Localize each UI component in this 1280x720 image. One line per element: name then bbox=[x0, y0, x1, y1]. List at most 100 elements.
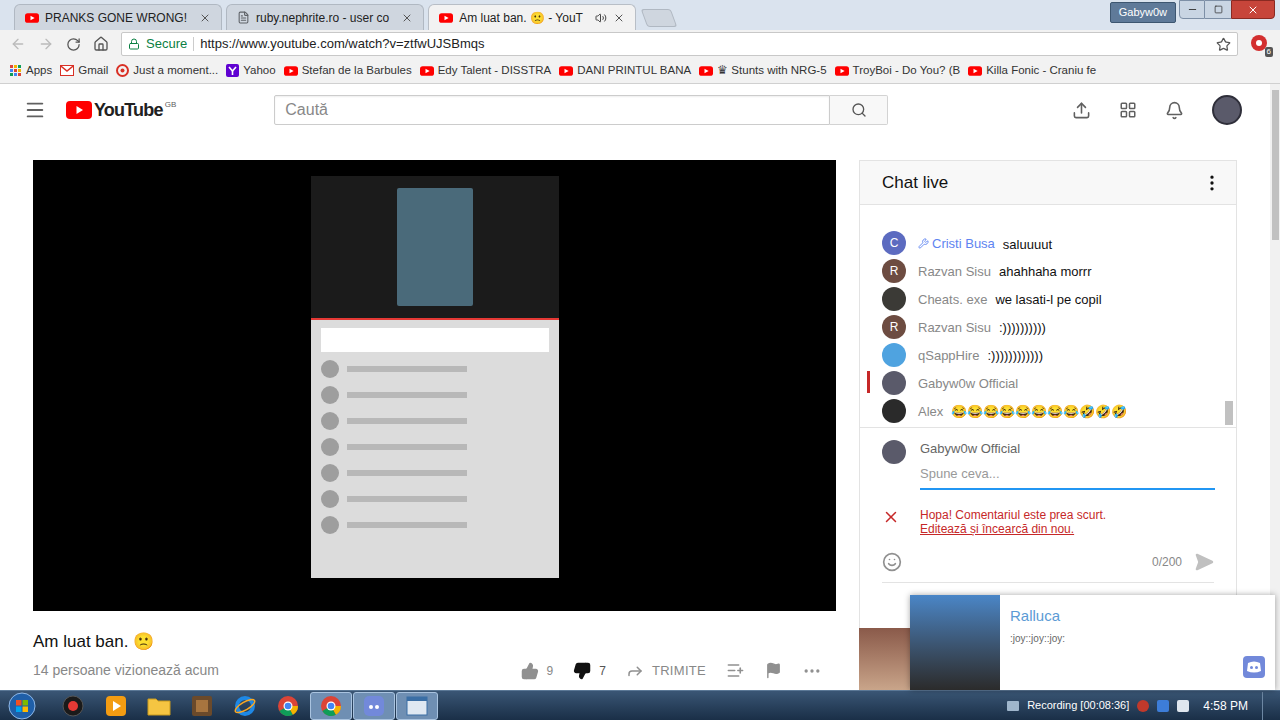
message-author[interactable]: Cristi Busa bbox=[918, 235, 995, 252]
chat-message[interactable]: Alex😂😂😂😂😂😂😂😂🤣🤣🤣 bbox=[860, 397, 1222, 425]
taskbar-app[interactable] bbox=[52, 692, 94, 720]
bookmark[interactable]: Just a moment... bbox=[116, 62, 218, 79]
browser-tab[interactable]: PRANKS GONE WRONG! bbox=[14, 4, 222, 30]
user-avatar[interactable] bbox=[882, 399, 906, 423]
close-tab-icon[interactable] bbox=[613, 12, 625, 24]
taskbar-app[interactable] bbox=[396, 692, 438, 720]
notifications-icon[interactable] bbox=[1165, 101, 1184, 120]
close-tab-icon[interactable] bbox=[199, 12, 211, 24]
maximize-button[interactable] bbox=[1205, 0, 1231, 19]
dislike-button[interactable]: 7 bbox=[567, 662, 612, 680]
send-icon[interactable] bbox=[1194, 552, 1214, 572]
chat-message[interactable]: RRazvan Sisuahahhaha morrr bbox=[860, 257, 1222, 285]
clock[interactable]: 4:58 PM bbox=[1203, 697, 1248, 715]
chat-menu-icon[interactable] bbox=[1202, 173, 1222, 193]
bookmark-star-icon[interactable] bbox=[1216, 37, 1231, 52]
taskbar-app[interactable] bbox=[138, 692, 180, 720]
user-avatar[interactable] bbox=[882, 287, 906, 311]
internet-explorer-icon bbox=[234, 695, 256, 717]
report-icon[interactable] bbox=[765, 662, 782, 679]
youtube-icon bbox=[559, 66, 573, 76]
emoji-icon[interactable] bbox=[882, 552, 902, 572]
bookmark[interactable]: Killa Fonic - Craniu fe bbox=[968, 62, 1096, 79]
chat-scrollbar[interactable] bbox=[1222, 205, 1236, 427]
message-author[interactable]: Razvan Sisu bbox=[918, 319, 991, 336]
like-button[interactable]: 9 bbox=[515, 662, 560, 680]
message-author[interactable]: Gabyw0w Official bbox=[918, 375, 1018, 392]
audio-icon[interactable] bbox=[595, 12, 607, 24]
bluetooth-icon[interactable] bbox=[1157, 700, 1169, 712]
browser-tab[interactable]: ruby.nephrite.ro - user co bbox=[226, 4, 424, 30]
error-action[interactable]: Editează și încearcă din nou. bbox=[920, 522, 1106, 536]
user-avatar[interactable]: R bbox=[882, 315, 906, 339]
network-icon[interactable] bbox=[1007, 701, 1019, 711]
user-avatar[interactable] bbox=[882, 343, 906, 367]
taskbar-app[interactable] bbox=[95, 692, 137, 720]
close-tab-icon[interactable] bbox=[401, 12, 413, 24]
youtube-logo[interactable]: YouTubeGB bbox=[66, 97, 176, 124]
taskbar-app[interactable] bbox=[181, 692, 223, 720]
start-button[interactable] bbox=[0, 691, 44, 720]
message-author[interactable]: qSappHire bbox=[918, 347, 979, 364]
message-author[interactable]: Razvan Sisu bbox=[918, 263, 991, 280]
viewer-count: 14 persoane vizionează acum bbox=[33, 660, 219, 681]
bookmark[interactable]: TroyBoi - Do You? (B bbox=[835, 62, 961, 79]
show-desktop-button[interactable] bbox=[1262, 692, 1274, 720]
video-player[interactable] bbox=[33, 160, 836, 611]
youtube-logo-icon bbox=[66, 101, 92, 119]
page-scrollbar-thumb[interactable] bbox=[1272, 90, 1279, 240]
taskbar-app[interactable] bbox=[224, 692, 266, 720]
chat-message[interactable]: R Razvan Sisu:)))))))))) bbox=[860, 313, 1222, 341]
account-avatar[interactable] bbox=[1212, 95, 1242, 125]
user-avatar[interactable] bbox=[882, 440, 906, 464]
user-avatar[interactable] bbox=[882, 371, 906, 395]
apps-grid-icon[interactable] bbox=[1119, 101, 1137, 119]
chat-input[interactable]: Spune ceva... bbox=[920, 461, 1215, 490]
chrome-icon bbox=[277, 695, 299, 717]
message-text: :)))))))))) bbox=[999, 320, 1046, 335]
video-title: Am luat ban. 🙁 bbox=[33, 631, 836, 653]
menu-icon[interactable] bbox=[24, 99, 46, 121]
forward-icon[interactable] bbox=[38, 36, 54, 52]
maximize-icon bbox=[1214, 5, 1223, 14]
home-icon[interactable] bbox=[93, 36, 109, 52]
bookmark[interactable]: DANI PRINTUL BANA bbox=[559, 62, 691, 79]
bookmark[interactable]: Apps bbox=[10, 62, 52, 79]
bookmark[interactable]: Edy Talent - DISSTRA bbox=[420, 62, 552, 79]
bookmark[interactable]: Gmail bbox=[60, 62, 108, 79]
bookmark[interactable]: Yahoo bbox=[226, 62, 275, 79]
youtube-icon bbox=[420, 66, 434, 76]
bookmark[interactable]: ♛ Stunts with NRG-5 bbox=[699, 62, 826, 79]
new-tab-button[interactable] bbox=[641, 9, 678, 27]
profile-button[interactable]: Gabyw0w bbox=[1110, 2, 1176, 23]
scrollbar-thumb[interactable] bbox=[1225, 401, 1233, 425]
user-avatar[interactable]: R bbox=[882, 259, 906, 283]
extension-button[interactable]: 6 bbox=[1250, 34, 1270, 54]
reload-icon[interactable] bbox=[66, 37, 81, 52]
more-icon[interactable] bbox=[802, 661, 822, 681]
chat-message[interactable]: Gabyw0w Official bbox=[860, 369, 1222, 397]
user-avatar[interactable]: C bbox=[882, 231, 906, 255]
taskbar-app[interactable] bbox=[310, 692, 352, 720]
tray-app-icon[interactable] bbox=[1137, 700, 1149, 712]
minimize-button[interactable] bbox=[1179, 0, 1205, 19]
search-button[interactable] bbox=[830, 95, 888, 125]
chat-message[interactable]: qSappHire:)))))))))))) bbox=[860, 341, 1222, 369]
volume-icon[interactable] bbox=[1177, 700, 1189, 712]
add-to-playlist-icon[interactable] bbox=[726, 661, 745, 680]
taskbar-app[interactable] bbox=[267, 692, 309, 720]
share-button[interactable]: TRIMITE bbox=[620, 661, 712, 681]
omnibox[interactable]: Securehttps://www.youtube.com/watch?v=zt… bbox=[121, 32, 1238, 56]
chat-message[interactable]: Cheats. exewe lasati-l pe copil bbox=[860, 285, 1222, 313]
taskbar-app[interactable] bbox=[353, 692, 395, 720]
message-author[interactable]: Cheats. exe bbox=[918, 291, 987, 308]
search-input[interactable]: Caută bbox=[274, 95, 830, 125]
back-icon[interactable] bbox=[10, 36, 26, 52]
upload-icon[interactable] bbox=[1072, 101, 1091, 120]
close-button[interactable] bbox=[1231, 0, 1275, 19]
chat-message[interactable]: CCristi Busasaluuuut bbox=[860, 229, 1222, 257]
discord-notification[interactable]: Ralluca:joy::joy::joy: bbox=[910, 595, 1275, 690]
bookmark[interactable]: Stefan de la Barbules bbox=[284, 62, 412, 79]
browser-tab[interactable]: Am luat ban. 🙁 - YouT bbox=[428, 4, 636, 30]
message-author[interactable]: Alex bbox=[918, 403, 943, 420]
